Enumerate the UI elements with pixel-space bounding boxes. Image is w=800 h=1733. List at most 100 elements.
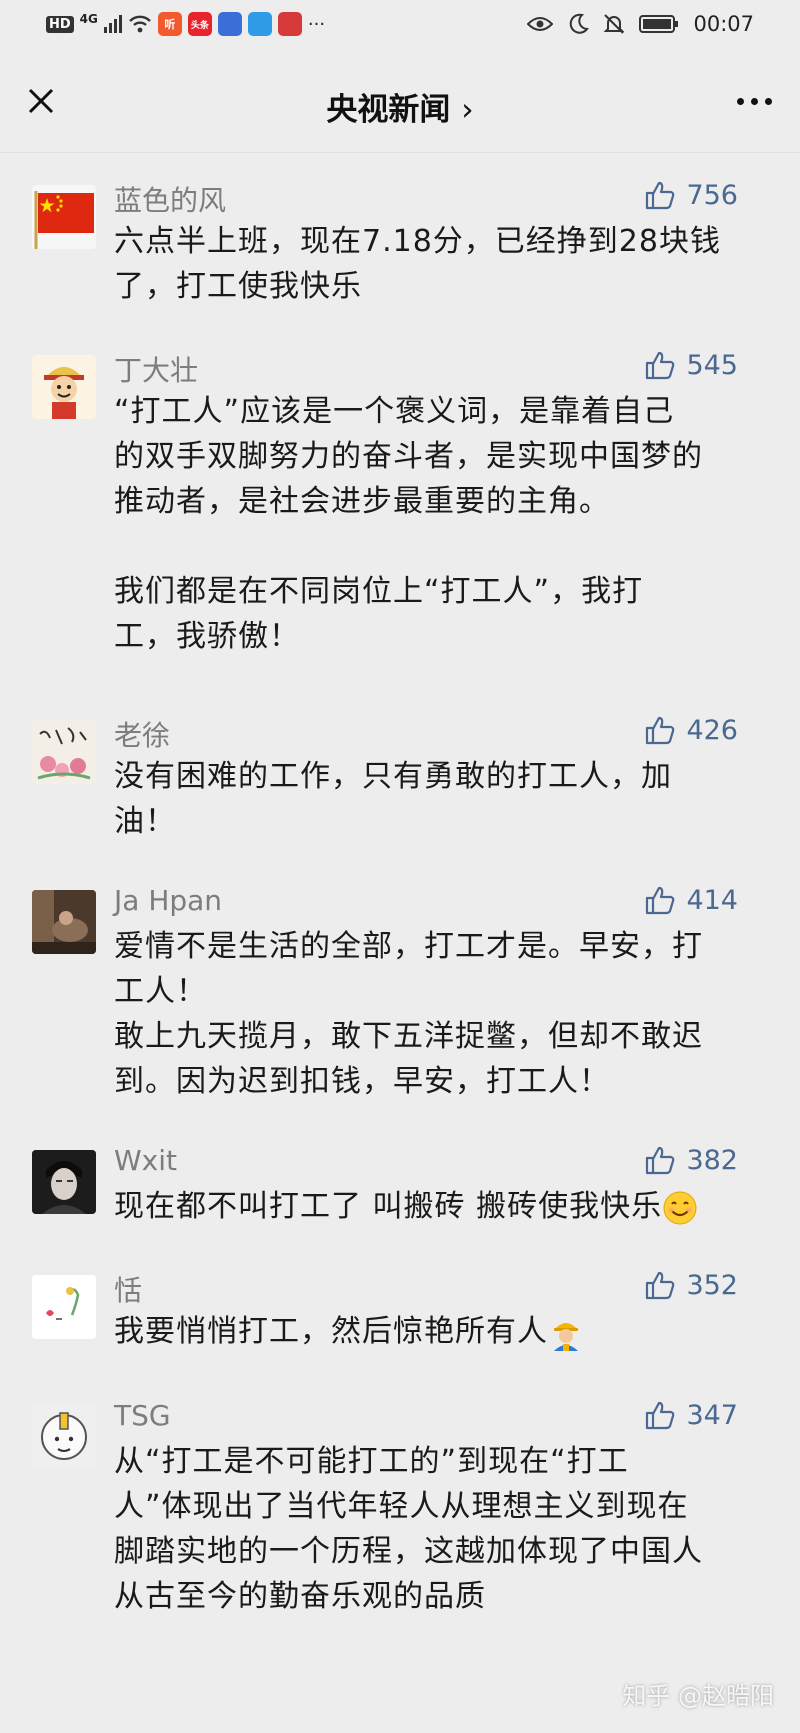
- comment-line: 从古至今的勤奋乐观的品质: [114, 1579, 486, 1614]
- avatar[interactable]: [32, 185, 96, 249]
- comment-line: 爱情不是生活的全部，打工才是。早安，打: [114, 929, 703, 964]
- bulb-app-icon: [247, 12, 272, 36]
- thumbs-up-icon: [646, 181, 675, 210]
- like-button[interactable]: 347: [644, 1399, 738, 1431]
- battery-icon: [639, 15, 679, 33]
- comment-text: 从“打工是不可能打工的”到现在“打工 人”体现出了当代年轻人从理想主义到现在 脚…: [114, 1439, 770, 1619]
- clock: 00:07: [693, 12, 754, 36]
- nav-title-text: 央视新闻: [326, 92, 451, 128]
- chevron-right-icon: ›: [461, 92, 474, 128]
- nav-bar: 央视新闻 ›: [0, 56, 800, 153]
- comment-header: 丁大壮 545: [114, 323, 770, 389]
- comment-header: 蓝色的风 756: [114, 153, 770, 219]
- bell-off-icon: [604, 14, 625, 34]
- comment-line: 六点半上班，现在7.18分，已经挣到28块钱: [114, 224, 721, 259]
- comment-header: Ja Hpan 414: [114, 858, 770, 924]
- like-button[interactable]: 426: [644, 714, 738, 746]
- comment-text: 爱情不是生活的全部，打工才是。早安，打 工人！ 敢上九天揽月，敢下五洋捉鳖，但却…: [114, 924, 770, 1104]
- like-count: 426: [686, 714, 738, 746]
- comment-list: 蓝色的风 756 六点半上班，现在7.18分，已经挣到28块钱 了，打工使我快乐…: [0, 153, 800, 1633]
- comment-author[interactable]: 恬: [114, 1274, 142, 1307]
- comment-header: TSG 347: [114, 1373, 770, 1439]
- worker-emoji: [554, 1322, 578, 1351]
- comment-item: 蓝色的风 756 六点半上班，现在7.18分，已经挣到28块钱 了，打工使我快乐: [0, 153, 800, 323]
- avatar[interactable]: [32, 890, 96, 954]
- comment-author[interactable]: 丁大壮: [114, 354, 198, 387]
- comment-header: 恬 352: [114, 1243, 770, 1309]
- thumbs-up-icon: [646, 716, 675, 745]
- app-icon: [217, 12, 242, 36]
- avatar[interactable]: [32, 720, 96, 784]
- like-count: 347: [686, 1399, 738, 1431]
- more-notifications: ···: [307, 13, 326, 35]
- flower-app-icon: [277, 12, 302, 36]
- comment-item: Wxit 382 现在都不叫打工了 叫搬砖 搬砖使我快乐: [0, 1118, 800, 1243]
- portrait-avatar-icon: [32, 1150, 96, 1214]
- like-count: 414: [686, 884, 738, 916]
- like-count: 352: [686, 1269, 738, 1301]
- comment-item: TSG 347 从“打工是不可能打工的”到现在“打工 人”体现出了当代年轻人从理…: [0, 1373, 800, 1633]
- comment-line: 我们都是在不同岗位上“打工人”，我打: [114, 574, 644, 609]
- avatar[interactable]: [32, 355, 96, 419]
- thumbs-up-icon: [646, 1146, 675, 1175]
- comment-line: 推动者，是社会进步最重要的主角。: [114, 484, 610, 519]
- status-bar: HD 4G 听 头条 ··· 00:07: [0, 0, 800, 56]
- like-button[interactable]: 352: [644, 1269, 738, 1301]
- comment-line: 没有困难的工作，只有勇敢的打工人，加: [114, 759, 672, 794]
- comment-item: 丁大壮 545 “打工人”应该是一个褒义词，是靠着自己 的双手双脚努力的奋斗者，…: [0, 323, 800, 688]
- network-type: 4G: [79, 12, 98, 26]
- doodle-avatar-icon: [32, 1275, 96, 1339]
- thumbs-up-icon: [646, 351, 675, 380]
- like-count: 382: [686, 1144, 738, 1176]
- comment-item: Ja Hpan 414 爱情不是生活的全部，打工才是。早安，打 工人！ 敢上九天…: [0, 858, 800, 1118]
- avatar[interactable]: [32, 1405, 96, 1469]
- signal-icon: [103, 15, 122, 33]
- like-button[interactable]: 545: [644, 349, 738, 381]
- comment-author[interactable]: 蓝色的风: [114, 184, 226, 217]
- status-left: HD 4G 听 头条 ···: [46, 12, 325, 36]
- comment-author[interactable]: Wxit: [114, 1144, 177, 1177]
- comment-text: “打工人”应该是一个褒义词，是靠着自己 的双手双脚努力的奋斗者，是实现中国梦的 …: [114, 389, 770, 659]
- toutiao-app-icon: 头条: [187, 12, 212, 36]
- comment-author[interactable]: TSG: [114, 1399, 171, 1432]
- like-button[interactable]: 382: [644, 1144, 738, 1176]
- like-count: 545: [686, 349, 738, 381]
- comment-line: “打工人”应该是一个褒义词，是靠着自己: [114, 394, 675, 429]
- comment-author[interactable]: 老徐: [114, 719, 170, 752]
- comment-line: 现在都不叫打工了 叫搬砖 搬砖使我快乐: [114, 1184, 770, 1229]
- like-count: 756: [686, 179, 738, 211]
- comment-author[interactable]: Ja Hpan: [114, 884, 222, 917]
- avatar[interactable]: [32, 1275, 96, 1339]
- photo-avatar-icon: [32, 890, 96, 954]
- like-button[interactable]: 414: [644, 884, 738, 916]
- watermark: 知乎 @赵晧阳: [622, 1682, 774, 1710]
- comment-item: 恬 352 我要悄悄打工，然后惊艳所有人: [0, 1243, 800, 1373]
- thumbs-up-icon: [646, 1401, 675, 1430]
- like-button[interactable]: 756: [644, 179, 738, 211]
- listen-app-icon: 听: [157, 12, 182, 36]
- hd-badge: HD: [46, 15, 74, 33]
- comment-text: 没有困难的工作，只有勇敢的打工人，加 油！: [114, 754, 770, 844]
- calligraphy-avatar-icon: [32, 720, 96, 784]
- comment-line: 脚踏实地的一个历程，这越加体现了中国人: [114, 1534, 703, 1569]
- eye-icon: [527, 17, 554, 31]
- comment-line: 从“打工是不可能打工的”到现在“打工: [114, 1444, 629, 1479]
- wifi-icon: [129, 15, 151, 33]
- nav-title[interactable]: 央视新闻 ›: [0, 84, 800, 129]
- status-right: 00:07: [527, 12, 754, 36]
- thumbs-up-icon: [646, 1271, 675, 1300]
- china-flag-icon: [34, 191, 94, 249]
- comment-line: 工人！: [114, 974, 207, 1009]
- more-icon[interactable]: [737, 98, 772, 105]
- cartoon-avatar-icon: [32, 355, 96, 419]
- comment-line-text: 我要悄悄打工，然后惊艳所有人: [114, 1314, 548, 1349]
- moon-icon: [570, 13, 590, 34]
- comment-text: 现在都不叫打工了 叫搬砖 搬砖使我快乐: [114, 1184, 770, 1229]
- character-avatar-icon: [32, 1405, 96, 1469]
- comment-line: 了，打工使我快乐: [114, 269, 362, 304]
- comment-line: 到。因为迟到扣钱，早安，打工人！: [114, 1064, 610, 1099]
- comment-line-text: 现在都不叫打工了 叫搬砖 搬砖使我快乐: [114, 1189, 663, 1224]
- comment-line: 我要悄悄打工，然后惊艳所有人: [114, 1309, 770, 1354]
- avatar[interactable]: [32, 1150, 96, 1214]
- smile-emoji: [663, 1191, 697, 1224]
